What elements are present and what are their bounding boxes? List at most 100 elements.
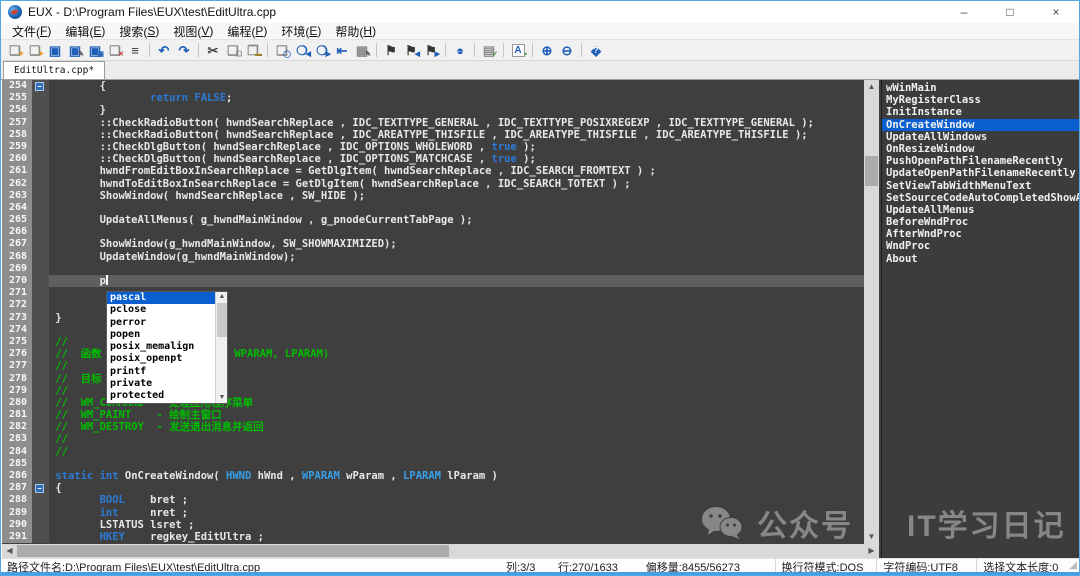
new-file-button[interactable]: ❏✶ <box>5 41 25 59</box>
copy-button[interactable]: ❏❏ <box>223 41 243 59</box>
menu-item-4[interactable]: 视图(V) <box>166 23 220 39</box>
popup-scroll-thumb[interactable] <box>217 303 227 337</box>
function-list-item[interactable]: SetViewTabWidthMenuText <box>882 180 1080 192</box>
function-list-item[interactable]: OnResizeWindow <box>882 143 1080 155</box>
autocomplete-item[interactable]: posix_memalign <box>107 341 215 353</box>
line-number: 268 <box>2 251 32 263</box>
autocomplete-item[interactable]: pclose <box>107 304 215 316</box>
bookmark-toggle-button[interactable]: ⚑ <box>381 41 401 59</box>
line-number: 265 <box>2 214 32 226</box>
syntax-highlighting-button[interactable]: A▪ <box>508 41 528 59</box>
menu-item-3[interactable]: 搜索(S) <box>112 23 166 39</box>
function-list-item[interactable]: BeforeWndProc <box>882 216 1080 228</box>
zoom-out-button[interactable]: ⊖ <box>557 41 577 59</box>
vertical-scroll-thumb[interactable] <box>865 156 878 186</box>
autocomplete-item[interactable]: printf <box>107 366 215 378</box>
line-number: 277 <box>2 360 32 372</box>
save-all-button[interactable]: ▣▣ <box>85 41 105 59</box>
editor-vertical-scrollbar[interactable]: ▲ ▼ <box>864 80 879 544</box>
line-number: 256 <box>2 104 32 116</box>
menu-item-5[interactable]: 编程(P) <box>220 23 274 39</box>
function-list-item[interactable]: OnCreateWindow <box>882 119 1080 131</box>
popup-scroll-up-icon[interactable]: ▲ <box>216 292 228 302</box>
autocomplete-item[interactable]: popen <box>107 329 215 341</box>
function-list-item[interactable]: wWinMain <box>882 82 1080 94</box>
zoom-in-button[interactable]: ⊕ <box>537 41 557 59</box>
fold-margin <box>32 251 49 263</box>
tab-editultra-cpp[interactable]: EditUltra.cpp* <box>3 61 105 79</box>
fold-margin <box>32 153 49 165</box>
undo-button[interactable]: ↶ <box>154 41 174 59</box>
paste-button[interactable]: ❐▬ <box>243 41 263 59</box>
autocomplete-scrollbar[interactable]: ▲ ▼ <box>215 292 227 403</box>
about-button[interactable]: ◆? <box>586 41 606 59</box>
toolbar-separator <box>149 43 150 57</box>
find-previous-button[interactable]: ❍◀ <box>292 41 312 59</box>
scroll-up-icon[interactable]: ▲ <box>864 80 879 94</box>
close-file-icon-overlay: ✕ <box>118 51 124 58</box>
bookmark-next-button[interactable]: ⚑▶ <box>421 41 441 59</box>
line-ending-marks-button[interactable]: ▤✓ <box>479 41 499 59</box>
redo-button[interactable]: ↷ <box>174 41 194 59</box>
app-icon <box>8 5 22 19</box>
line-number: 283 <box>2 433 32 445</box>
function-list-item[interactable]: AfterWndProc <box>882 228 1080 240</box>
find-button[interactable]: ❏◯ <box>272 41 292 59</box>
function-list-item[interactable]: UpdateAllWindows <box>882 131 1080 143</box>
horizontal-scroll-thumb[interactable] <box>17 545 449 557</box>
editor-horizontal-scrollbar[interactable]: ◀ ▶ <box>2 544 879 558</box>
close-file-button[interactable]: ❏✕ <box>105 41 125 59</box>
file-list-button[interactable]: ≡ <box>125 41 145 59</box>
scroll-left-icon[interactable]: ◀ <box>2 544 17 558</box>
function-list-item[interactable]: UpdateOpenPathFilenameRecently <box>882 167 1080 179</box>
menu-item-1[interactable]: 文件(F) <box>5 23 58 39</box>
code-line-283: 283 // <box>2 433 864 445</box>
autocomplete-item[interactable]: private <box>107 378 215 390</box>
code-line-262: 262 hwndToEditBoxInSearchReplace = GetDl… <box>2 178 864 190</box>
fold-margin <box>32 238 49 250</box>
popup-scroll-down-icon[interactable]: ▼ <box>216 393 228 403</box>
open-file-button[interactable]: ❏✦ <box>25 41 45 59</box>
code-text: // WM_DESTROY - 发送退出消息并返回 <box>49 421 864 433</box>
zoom-in-icon: ⊕ <box>542 44 553 57</box>
resize-grip[interactable]: ◢ <box>1069 560 1077 571</box>
close-button[interactable]: × <box>1033 1 1079 23</box>
function-list-item[interactable]: UpdateAllMenus <box>882 204 1080 216</box>
menu-item-6[interactable]: 环境(E) <box>274 23 328 39</box>
maximize-button[interactable]: □ <box>987 1 1033 23</box>
line-number: 284 <box>2 446 32 458</box>
fold-collapse-icon[interactable]: − <box>35 484 44 493</box>
replace-button[interactable]: ▦✎ <box>352 41 372 59</box>
bookmark-previous-button[interactable]: ⚑◀ <box>401 41 421 59</box>
save-as-button[interactable]: ▣✎ <box>65 41 85 59</box>
function-list-item[interactable]: WndProc <box>882 240 1080 252</box>
goto-line-button[interactable]: ⇤ <box>332 41 352 59</box>
code-line-288: 288 BOOL bret ; <box>2 494 864 506</box>
menu-item-7[interactable]: 帮助(H) <box>328 23 383 39</box>
redo-icon: ↷ <box>179 44 190 57</box>
menu-item-2[interactable]: 编辑(E) <box>58 23 112 39</box>
fold-collapse-icon[interactable]: − <box>35 82 44 91</box>
fold-margin <box>32 421 49 433</box>
code-text: // <box>49 446 864 458</box>
minimize-button[interactable]: – <box>941 1 987 23</box>
scroll-down-icon[interactable]: ▼ <box>864 530 879 544</box>
save-button[interactable]: ▣ <box>45 41 65 59</box>
function-list-item[interactable]: About <box>882 253 1080 265</box>
function-list-item[interactable]: MyRegisterClass <box>882 94 1080 106</box>
line-number: 257 <box>2 117 32 129</box>
navigate-back-button[interactable]: ●← <box>450 41 470 59</box>
function-list-item[interactable]: InitInstance <box>882 106 1080 118</box>
scroll-right-icon[interactable]: ▶ <box>864 544 879 558</box>
function-list-item[interactable]: SetSourceCodeAutoCompletedShowAf <box>882 192 1080 204</box>
autocomplete-item[interactable]: pascal <box>107 292 215 304</box>
find-next-button[interactable]: ❍▶ <box>312 41 332 59</box>
code-text: LSTATUS lsret ; <box>49 519 864 531</box>
cut-button[interactable]: ✂ <box>203 41 223 59</box>
autocomplete-item[interactable]: protected <box>107 390 215 402</box>
autocomplete-item[interactable]: perror <box>107 317 215 329</box>
function-list-item[interactable]: PushOpenPathFilenameRecently <box>882 155 1080 167</box>
replace-icon-overlay: ✎ <box>365 51 371 58</box>
line-number: 263 <box>2 190 32 202</box>
autocomplete-item[interactable]: posix_openpt <box>107 353 215 365</box>
